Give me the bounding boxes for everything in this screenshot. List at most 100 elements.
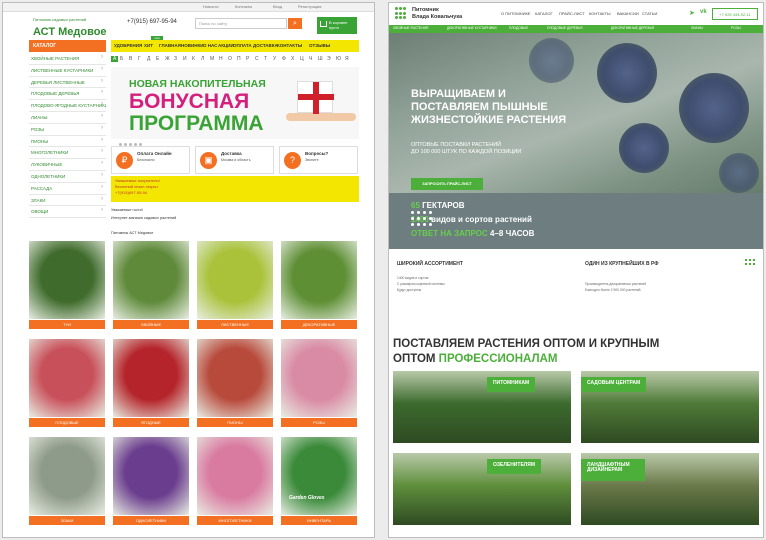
nav-item[interactable]: ДОСТАВКА bbox=[253, 43, 278, 48]
sidebar-item[interactable]: ДЕРЕВЬЯ ЛИСТВЕННЫЕ bbox=[29, 77, 106, 89]
alphabet-letter[interactable]: Г bbox=[138, 56, 141, 62]
product-image[interactable] bbox=[197, 241, 273, 319]
sidebar-item[interactable]: ПЛОДОВО-ЯГОДНЫЕ КУСТАРНИКИ bbox=[29, 100, 106, 112]
product-image[interactable] bbox=[29, 437, 105, 515]
telegram-icon[interactable]: ➤ bbox=[689, 9, 695, 17]
topbar-link[interactable]: Вход bbox=[273, 4, 282, 9]
alphabet-letter[interactable]: Ю bbox=[336, 56, 341, 62]
product-label[interactable]: ХВОЙНЫЕ bbox=[113, 320, 189, 329]
product-label[interactable]: ОДНОЛЕТНИКИ bbox=[113, 516, 189, 525]
product-label[interactable]: МНОГОЛЕТНИКИ bbox=[197, 516, 273, 525]
product-card[interactable]: ПЛОДОВЫЕ bbox=[29, 339, 105, 427]
card-label[interactable]: ОЗЕЛЕНИТЕЛЯМ bbox=[487, 459, 542, 474]
topbar-link[interactable]: Контакты bbox=[235, 4, 252, 9]
search-button[interactable]: ⌕ bbox=[288, 18, 302, 29]
alphabet-letter[interactable]: Ш bbox=[318, 56, 323, 62]
menu-item[interactable]: ПРАЙС-ЛИСТ bbox=[559, 11, 585, 16]
alphabet-letter[interactable]: Н bbox=[219, 56, 223, 62]
product-label[interactable]: ПИОНЫ bbox=[197, 418, 273, 427]
audience-card[interactable]: ЛАНДШАФТНЫМ ДИЗАЙНЕРАМ bbox=[581, 453, 759, 525]
nav-item[interactable]: УДОБРЕНИЯ bbox=[114, 43, 142, 48]
menu-item[interactable]: КАТАЛОГ bbox=[535, 11, 553, 16]
catalog-button[interactable]: КАТАЛОГ bbox=[29, 40, 106, 52]
alphabet-letter[interactable]: Р bbox=[246, 56, 249, 62]
alphabet-letter[interactable]: Л bbox=[201, 56, 204, 62]
product-image[interactable] bbox=[281, 241, 357, 319]
product-label[interactable]: ИНВЕНТАРЬ bbox=[281, 516, 357, 525]
product-image[interactable] bbox=[281, 339, 357, 417]
product-card[interactable]: МНОГОЛЕТНИКИ bbox=[197, 437, 273, 525]
topbar-link[interactable]: Новости bbox=[203, 4, 218, 9]
product-card[interactable]: РОЗЫ bbox=[281, 339, 357, 427]
phone-number[interactable]: +7(915) 697-95-94 bbox=[127, 19, 177, 25]
nav-item[interactable]: ХИТ bbox=[144, 43, 153, 48]
menu-item[interactable]: О ПИТОМНИКЕ bbox=[501, 11, 530, 16]
alphabet-letter[interactable]: Я bbox=[345, 56, 349, 62]
product-card[interactable]: ОДНОЛЕТНИКИ bbox=[113, 437, 189, 525]
alphabet-letter[interactable]: П bbox=[237, 56, 241, 62]
product-card[interactable]: ПИОНЫ bbox=[197, 339, 273, 427]
audience-card[interactable]: САДОВЫМ ЦЕНТРАМ bbox=[581, 371, 759, 443]
sidebar-item[interactable]: ЛИАНЫ bbox=[29, 112, 106, 124]
product-image[interactable]: Garden Gloves bbox=[281, 437, 357, 515]
sidebar-item[interactable]: РОЗЫ bbox=[29, 124, 106, 136]
sidebar-item[interactable]: ЛУКОВИЧНЫЕ bbox=[29, 159, 106, 171]
alphabet-letter[interactable]: З bbox=[174, 56, 177, 62]
site-logo[interactable]: Питомник Влада Ковальчука bbox=[412, 7, 462, 21]
topbar-link[interactable]: Регистрация bbox=[298, 4, 321, 9]
alphabet-letter[interactable]: М bbox=[210, 56, 214, 62]
menu-item[interactable]: СТАТЬИ bbox=[642, 11, 657, 16]
category-link[interactable]: ДЕКОРАТИВНЫЕ ДЕРЕВЬЯ bbox=[611, 26, 654, 30]
product-card[interactable]: ЛИСТВЕННЫЕ bbox=[197, 241, 273, 329]
sidebar-item[interactable]: ПИОНЫ bbox=[29, 136, 106, 148]
info-box-delivery[interactable]: ▣ Доставка Москва и область bbox=[195, 146, 274, 174]
alphabet-letter[interactable]: Д bbox=[147, 56, 150, 62]
product-image[interactable] bbox=[29, 241, 105, 319]
product-card[interactable]: ЗЛАКИ bbox=[29, 437, 105, 525]
category-link[interactable]: ПЛОДОВЫЕ ДЕРЕВЬЯ bbox=[547, 26, 582, 30]
product-label[interactable]: РОЗЫ bbox=[281, 418, 357, 427]
product-label[interactable]: ПЛОДОВЫЕ bbox=[29, 418, 105, 427]
nav-item[interactable]: ГЛАВНАЯ bbox=[159, 43, 181, 48]
alphabet-letter[interactable]: Э bbox=[327, 56, 331, 62]
nav-item[interactable]: КОНТАКТЫ bbox=[277, 43, 302, 48]
alphabet-letter[interactable]: А bbox=[111, 56, 119, 62]
search-input[interactable]: Поиск по сайту bbox=[195, 18, 287, 29]
audience-card[interactable]: ПИТОМНИКАМ bbox=[393, 371, 571, 443]
alphabet-letter[interactable]: О bbox=[228, 56, 232, 62]
alphabet-letter[interactable]: Х bbox=[291, 56, 294, 62]
promo-banner[interactable]: НОВАЯ НАКОПИТЕЛЬНАЯ БОНУСНАЯ ПРОГРАММА bbox=[111, 67, 359, 146]
product-label[interactable]: ТУИ bbox=[29, 320, 105, 329]
sidebar-item[interactable]: ПЛОДОВЫЕ ДЕРЕВЬЯ bbox=[29, 88, 106, 101]
alphabet-letter[interactable]: И bbox=[183, 56, 187, 62]
audience-card[interactable]: ОЗЕЛЕНИТЕЛЯМ bbox=[393, 453, 571, 525]
alphabet-letter[interactable]: В bbox=[129, 56, 132, 62]
category-link[interactable]: РОЗЫ bbox=[731, 26, 741, 30]
product-image[interactable] bbox=[29, 339, 105, 417]
product-image[interactable] bbox=[197, 437, 273, 515]
nav-item[interactable]: ОПЛАТА bbox=[233, 43, 252, 48]
nav-item[interactable]: АКЦИИ bbox=[218, 43, 234, 48]
product-image[interactable] bbox=[113, 339, 189, 417]
product-label[interactable]: ДЕКОРАТИВНЫЕ bbox=[281, 320, 357, 329]
sidebar-item[interactable]: ОВОЩИ bbox=[29, 206, 106, 219]
sidebar-item[interactable]: МНОГОЛЕТНИКИ bbox=[29, 147, 106, 160]
product-card[interactable]: ДЕКОРАТИВНЫЕ bbox=[281, 241, 357, 329]
nav-item[interactable]: О НАС bbox=[203, 43, 217, 48]
sidebar-item[interactable]: ЛИСТВЕННЫЕ КУСТАРНИКИ bbox=[29, 65, 106, 77]
card-label[interactable]: САДОВЫМ ЦЕНТРАМ bbox=[581, 377, 647, 392]
alphabet-letter[interactable]: Ф bbox=[282, 56, 286, 62]
category-link[interactable]: ДЕКОРАТИВНЫЕ КУСТАРНИКИ bbox=[447, 26, 496, 30]
alphabet-letter[interactable]: Ц bbox=[300, 56, 304, 62]
phone-button[interactable]: +7 925 434-92-11 bbox=[712, 8, 758, 20]
alphabet-letter[interactable]: Б bbox=[120, 56, 123, 62]
cart-button[interactable]: В корзине пусто bbox=[317, 17, 357, 34]
category-link[interactable]: ЛИАНЫ bbox=[691, 26, 703, 30]
sidebar-item[interactable]: ХВОЙНЫЕ РАСТЕНИЯ bbox=[29, 53, 106, 65]
sidebar-item[interactable]: РАССАДА bbox=[29, 183, 106, 195]
card-label[interactable]: ЛАНДШАФТНЫМ ДИЗАЙНЕРАМ bbox=[581, 459, 645, 481]
price-list-button[interactable]: ЗАПРОСИТЬ ПРАЙС-ЛИСТ bbox=[411, 178, 483, 190]
product-card[interactable]: ЯГОДНЫЕ bbox=[113, 339, 189, 427]
info-box-questions[interactable]: ? Вопросы? Звоните bbox=[279, 146, 358, 174]
product-label[interactable]: ЗЛАКИ bbox=[29, 516, 105, 525]
